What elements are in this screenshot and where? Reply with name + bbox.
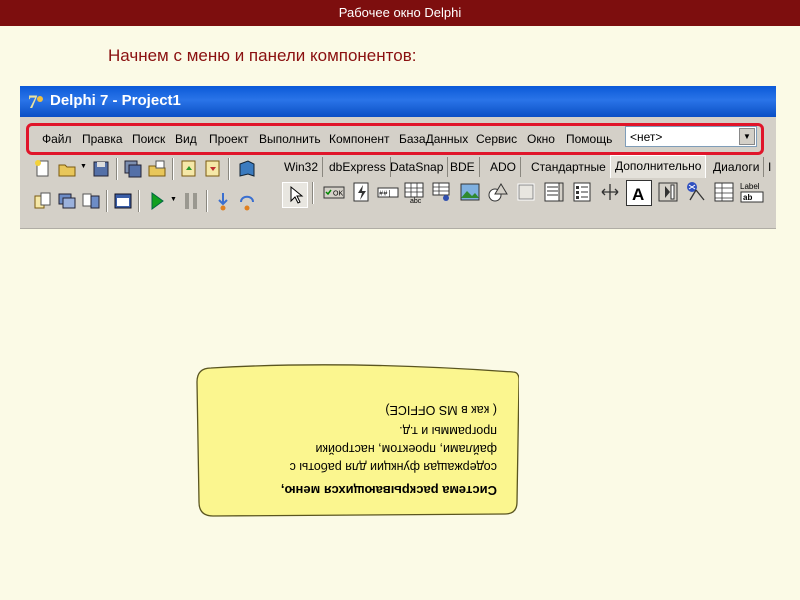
slide-heading: Начнем с меню и панели компонентов: [108,46,417,65]
help-book-icon[interactable] [236,158,258,180]
ok-label: OK [333,191,343,198]
slide-header: Рабочее окно Delphi [0,0,800,26]
step-over-icon[interactable] [236,190,258,212]
tab-ado[interactable]: ADO [486,157,522,177]
component-palette: OK ##| abc A Label ab [282,180,776,210]
speedbutton-icon[interactable] [350,180,374,204]
note-title: Система раскрывающихся меню, [280,483,497,498]
add-file-icon[interactable] [178,158,200,180]
window-titlebar: 7 Delphi 7 - Project1 [20,86,776,117]
tab-additional[interactable]: Дополнительно [610,155,707,178]
open-icon[interactable] [56,158,78,180]
tab-standard[interactable]: Стандартные [527,157,611,177]
toggle-form-unit-icon[interactable] [80,190,102,212]
delphi-window: 7 Delphi 7 - Project1 Файл Правка Поиск … [20,86,776,229]
tab-bde[interactable]: BDE [446,157,480,177]
labelededit-icon[interactable]: Label ab [740,180,764,204]
note-line: содержащая функции для работы с [289,460,497,474]
save-all-icon[interactable] [122,158,144,180]
view-form-icon[interactable] [56,190,78,212]
toolbar-view: ▼ [32,190,272,214]
pause-icon[interactable] [180,190,202,212]
toolbar-separator [228,158,230,180]
toolbar-separator [206,190,208,212]
ab-caption: ab [743,193,752,202]
note-card: Система раскрывающихся меню, содержащая … [195,358,519,518]
toolbar-separator [138,190,140,212]
tab-win32[interactable]: Win32 [280,157,324,177]
svg-text:##|: ##| [379,191,392,199]
a-label: A [632,185,644,204]
menu-highlight-frame [26,123,764,155]
tab-dbexpress[interactable]: dbExpress [325,157,391,177]
window-title: Delphi 7 - Project1 [50,92,181,109]
abc-label: abc [410,198,422,204]
chevron-down-icon[interactable]: ▼ [170,196,177,203]
note-line: программы и т.д. [399,424,497,438]
statictext-icon[interactable]: A [626,180,652,206]
svg-text:7: 7 [28,92,38,111]
delphi-logo-icon: 7 [28,92,43,111]
chevron-down-icon[interactable]: ▼ [80,163,87,170]
trace-into-icon[interactable] [212,190,234,212]
toolbar-standard: ▼ [32,158,272,182]
remove-file-icon[interactable] [202,158,224,180]
scrollbox-icon[interactable] [542,180,566,204]
bevel-icon[interactable] [514,180,538,204]
palette-separator [312,182,314,204]
note-line: файлами, проектом, настройки [315,442,497,456]
valuelisteditor-icon[interactable] [712,180,736,204]
bitbtn-icon[interactable]: OK [322,180,346,204]
new-form-icon[interactable] [112,190,134,212]
toolbar-separator [116,158,118,180]
checklistbox-icon[interactable] [570,180,594,204]
controlbar-icon[interactable] [656,180,680,204]
splitter-icon[interactable] [598,180,622,204]
run-icon[interactable] [146,190,168,212]
toolbar-separator [172,158,174,180]
toolbar-separator [106,190,108,212]
tab-more[interactable]: I [764,157,775,177]
pointer-icon[interactable] [282,182,308,208]
save-icon[interactable] [90,158,112,180]
view-unit-icon[interactable] [32,190,54,212]
open-project-icon[interactable] [146,158,168,180]
note-line: ( как в MS OFFICE) [385,403,497,417]
stringgrid-icon[interactable]: abc [402,180,426,204]
shape-icon[interactable] [486,180,510,204]
tab-datasnap[interactable]: DataSnap [386,157,449,177]
new-icon[interactable] [32,158,54,180]
image-icon[interactable] [458,180,482,204]
drawgrid-icon[interactable] [430,180,454,204]
applicationevents-icon[interactable] [684,180,708,204]
label-caption: Label [740,182,760,191]
tab-dialogs[interactable]: Диалоги [709,157,765,177]
note-content: Система раскрывающихся меню, содержащая … [195,358,519,518]
component-palette-tabs: Win32 dbExpress DataSnap BDE ADO Стандар… [280,155,776,178]
maskedit-icon[interactable]: ##| [376,180,400,204]
